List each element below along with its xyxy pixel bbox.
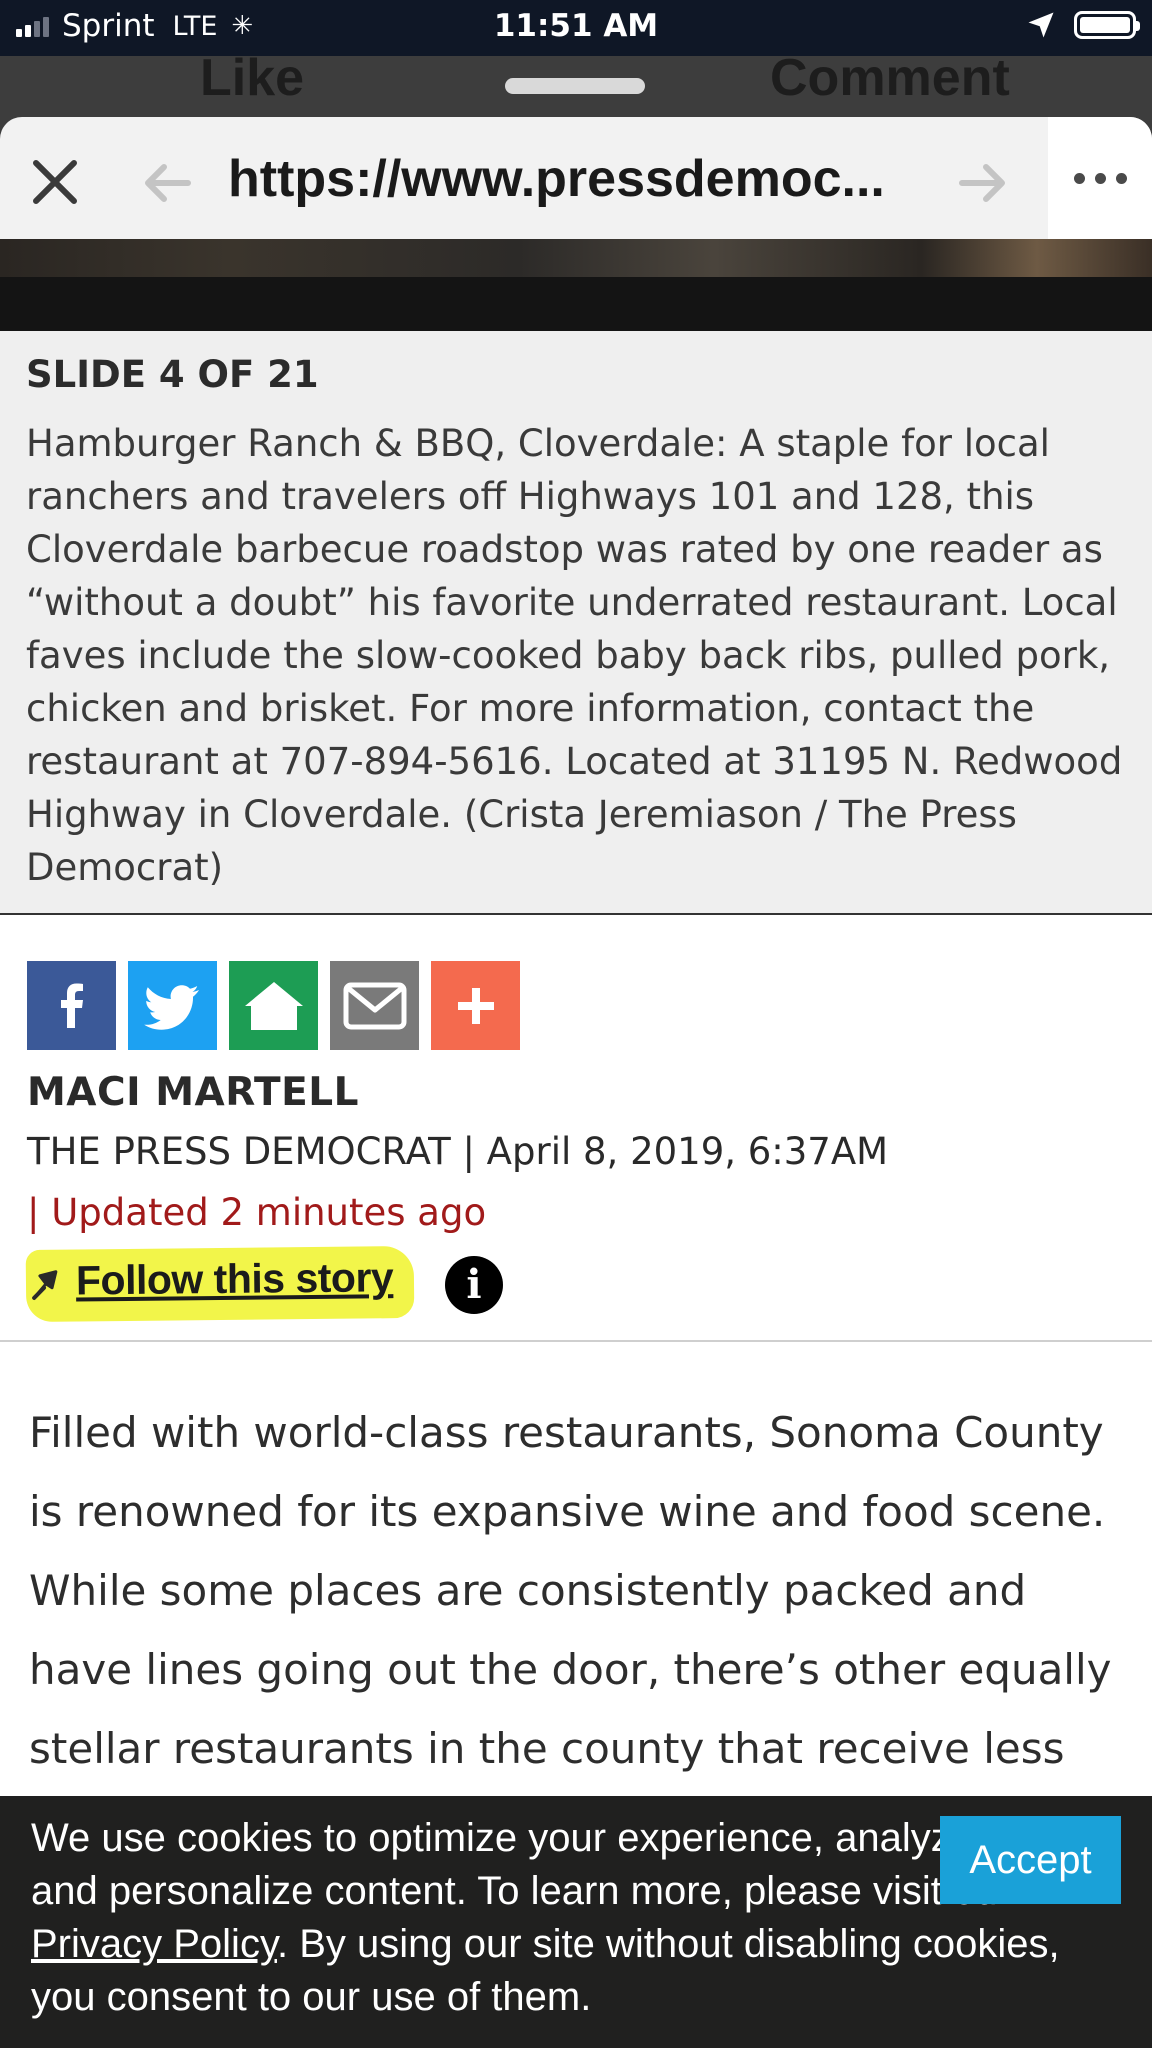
- browser-toolbar: https://www.pressdemoc...: [0, 117, 1152, 239]
- byline: THE PRESS DEMOCRAT | April 8, 2019, 6:37…: [27, 1130, 889, 1173]
- twitter-share-button[interactable]: [128, 961, 217, 1050]
- slide-caption: Hamburger Ranch & BBQ, Cloverdale: A sta…: [26, 422, 1123, 889]
- share-bar: [27, 961, 520, 1050]
- dot-icon: [1073, 172, 1085, 184]
- location-arrow-icon: [1028, 12, 1054, 38]
- cookie-text-start: We use cookies to optimize your experien…: [31, 1816, 1093, 1913]
- follow-story-button[interactable]: Follow this story: [25, 1245, 415, 1323]
- cookie-banner: We use cookies to optimize your experien…: [0, 1796, 1152, 2048]
- dot-icon: [1094, 172, 1106, 184]
- facebook-icon: [60, 983, 83, 1028]
- slide-photo[interactable]: [0, 239, 1152, 331]
- status-bar: Sprint LTE ✳ 11:51 AM: [0, 0, 1152, 56]
- address-bar[interactable]: https://www.pressdemoc...: [228, 149, 885, 209]
- slide-counter: SLIDE 4 OF 21: [26, 353, 319, 396]
- photo-image: [0, 239, 1152, 277]
- email-share-button[interactable]: [330, 961, 419, 1050]
- like-label: Like: [200, 56, 305, 107]
- privacy-policy-link[interactable]: Privacy Policy: [31, 1922, 277, 1966]
- forward-arrow-icon[interactable]: [958, 159, 1010, 207]
- pin-icon: [32, 1270, 58, 1300]
- envelope-icon: [343, 982, 406, 1029]
- twitter-icon: [143, 984, 199, 1030]
- nextdoor-share-button[interactable]: [229, 961, 318, 1050]
- info-icon[interactable]: i: [445, 1256, 503, 1314]
- close-icon[interactable]: [28, 155, 82, 209]
- dot-icon: [1115, 172, 1127, 184]
- facebook-share-button[interactable]: [27, 961, 116, 1050]
- author-name[interactable]: MACI MARTELL: [27, 1070, 359, 1115]
- sheet-grab-handle[interactable]: [505, 78, 645, 94]
- battery-icon: [1074, 11, 1140, 39]
- back-arrow-icon[interactable]: [140, 159, 192, 207]
- updated-timestamp: | Updated 2 minutes ago: [27, 1191, 487, 1234]
- house-icon: [244, 981, 303, 1030]
- more-share-button[interactable]: [431, 961, 520, 1050]
- plus-icon: [457, 987, 494, 1024]
- more-options-button[interactable]: [1048, 117, 1152, 239]
- slide-caption-panel: SLIDE 4 OF 21 Hamburger Ranch & BBQ, Clo…: [0, 331, 1152, 915]
- divider: [0, 1340, 1152, 1342]
- follow-story-label: Follow this story: [75, 1254, 394, 1304]
- clock: 11:51 AM: [493, 8, 659, 44]
- accept-cookies-button[interactable]: Accept: [940, 1816, 1121, 1904]
- comment-label: Comment: [770, 56, 1010, 107]
